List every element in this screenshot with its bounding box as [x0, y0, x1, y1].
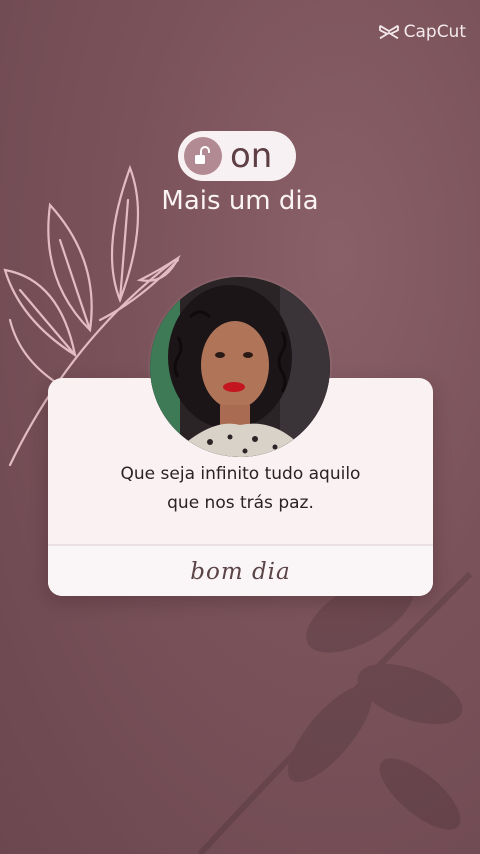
quote-line: Que seja infinito tudo aquilo	[120, 464, 361, 484]
capcut-label: CapCut	[403, 22, 466, 42]
unlock-icon	[184, 137, 222, 175]
divider	[48, 544, 433, 546]
subtitle: Mais um dia	[161, 186, 319, 216]
avatar	[150, 277, 330, 457]
quote-line: que nos trás paz.	[167, 493, 314, 513]
capcut-logo-icon	[378, 24, 399, 40]
signature-text: bom dia	[190, 559, 291, 585]
status-label: on	[230, 136, 273, 176]
capcut-watermark: CapCut	[378, 22, 466, 42]
quote-text: Que seja infinito tudo aquilo que nos tr…	[48, 460, 433, 518]
status-pill: on	[178, 131, 296, 181]
